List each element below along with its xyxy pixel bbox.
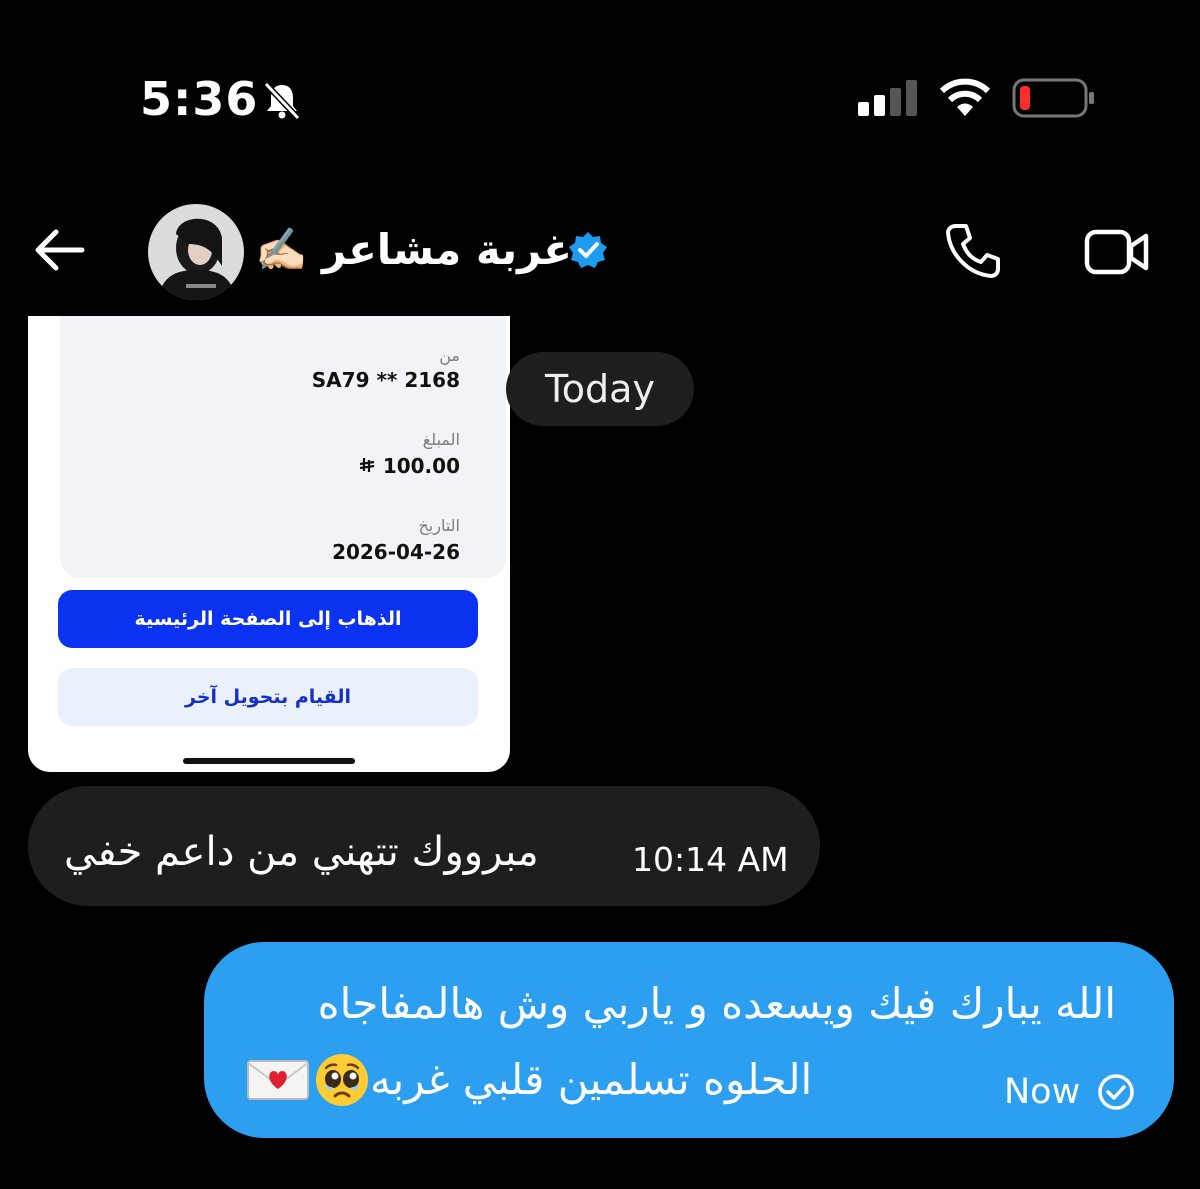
transfer-receipt-image[interactable]: من SA79 ** 2168 المبلغ 100.00 التاريخ 20…	[28, 316, 510, 772]
battery-low-icon	[1012, 78, 1094, 118]
date-label: التاريخ	[418, 516, 460, 535]
outgoing-message-line2: الحلوه تسلمين قلبي غربه	[370, 1055, 813, 1104]
contact-avatar[interactable]	[148, 204, 244, 300]
amount-row: 100.00	[358, 454, 460, 478]
video-camera-icon[interactable]	[1084, 224, 1150, 280]
pleading-face-emoji	[316, 1054, 368, 1106]
amount-label: المبلغ	[422, 430, 460, 449]
from-account-value: SA79 ** 2168	[311, 368, 460, 392]
verified-badge-icon	[569, 232, 607, 268]
date-value: 2026-04-26	[332, 540, 460, 564]
outgoing-message-line1: الله يبارك فيك ويسعده و ياربي وش هالمفاج…	[317, 979, 1116, 1028]
from-label: من	[439, 346, 460, 365]
outgoing-emoji-group	[246, 1050, 370, 1110]
date-divider: Today	[506, 352, 694, 426]
phone-icon[interactable]	[944, 222, 1002, 280]
status-time: 5:36	[140, 72, 259, 126]
incoming-message-text: مبرووك تتهني من داعم خفي	[64, 829, 539, 875]
back-arrow-icon[interactable]	[30, 222, 90, 278]
amount-value: 100.00	[382, 454, 460, 478]
contact-name[interactable]: غربة مشاعر ✍🏻	[255, 220, 572, 280]
outgoing-message-time: Now	[1004, 1072, 1081, 1112]
bell-slash-icon	[263, 81, 301, 120]
love-letter-emoji	[247, 1060, 309, 1100]
incoming-message-time: 10:14 AM	[632, 840, 789, 879]
home-indicator	[183, 758, 355, 764]
cellular-signal-icon	[858, 80, 917, 116]
go-to-home-button[interactable]: الذهاب إلى الصفحة الرئيسية	[58, 590, 478, 648]
new-transfer-button[interactable]: القيام بتحويل آخر	[58, 668, 478, 726]
riyal-symbol-icon	[359, 458, 374, 472]
read-check-icon	[1098, 1074, 1134, 1110]
wifi-icon	[939, 78, 991, 116]
